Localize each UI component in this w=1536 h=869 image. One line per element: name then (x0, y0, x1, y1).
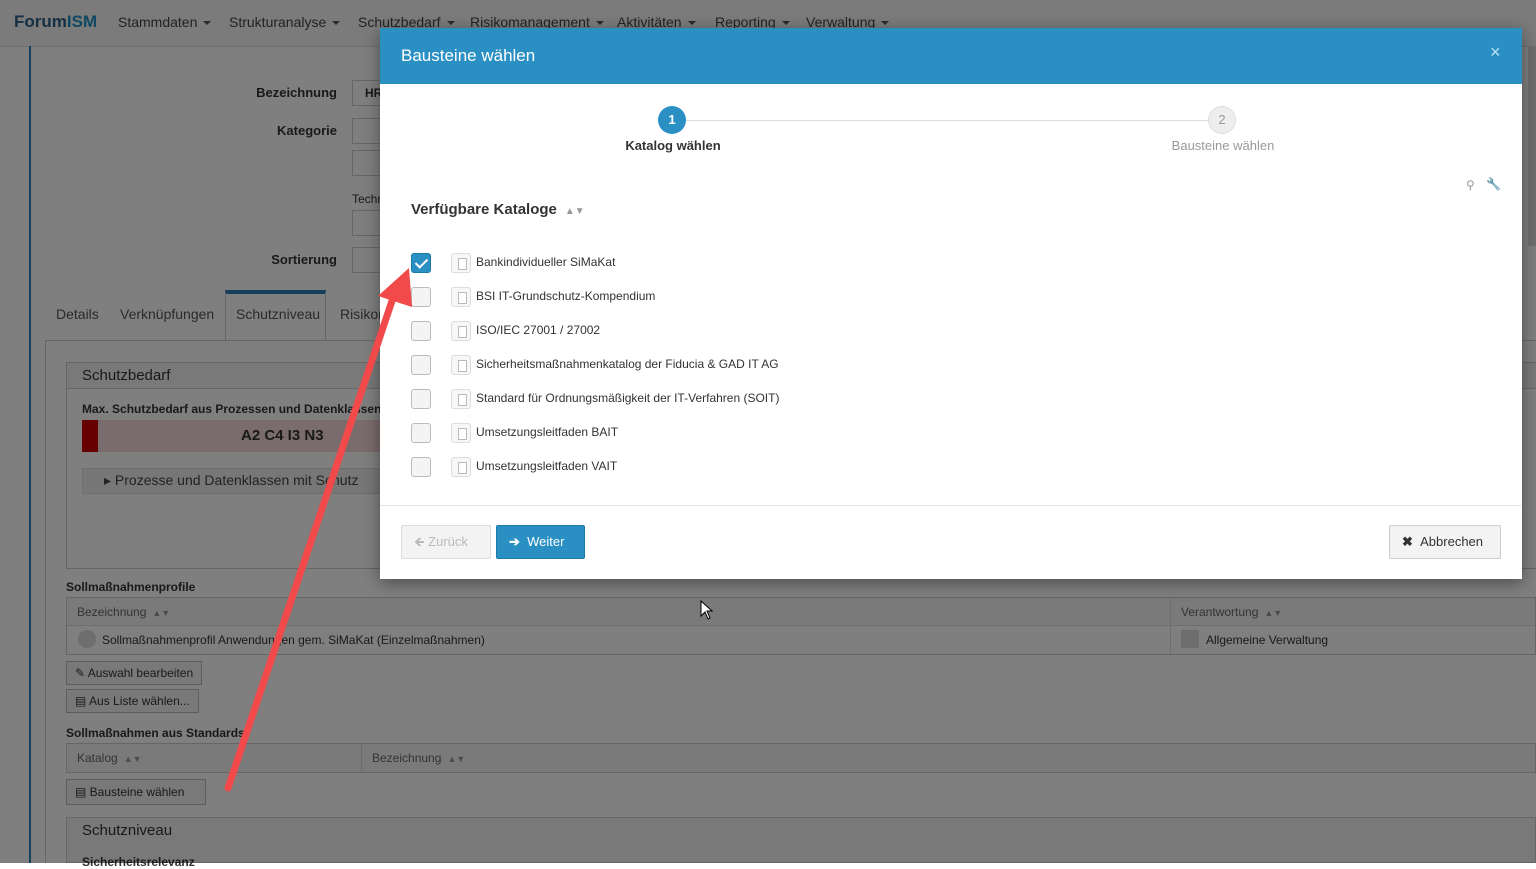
mouse-cursor-icon (700, 600, 714, 620)
annotation-arrow (224, 268, 412, 792)
